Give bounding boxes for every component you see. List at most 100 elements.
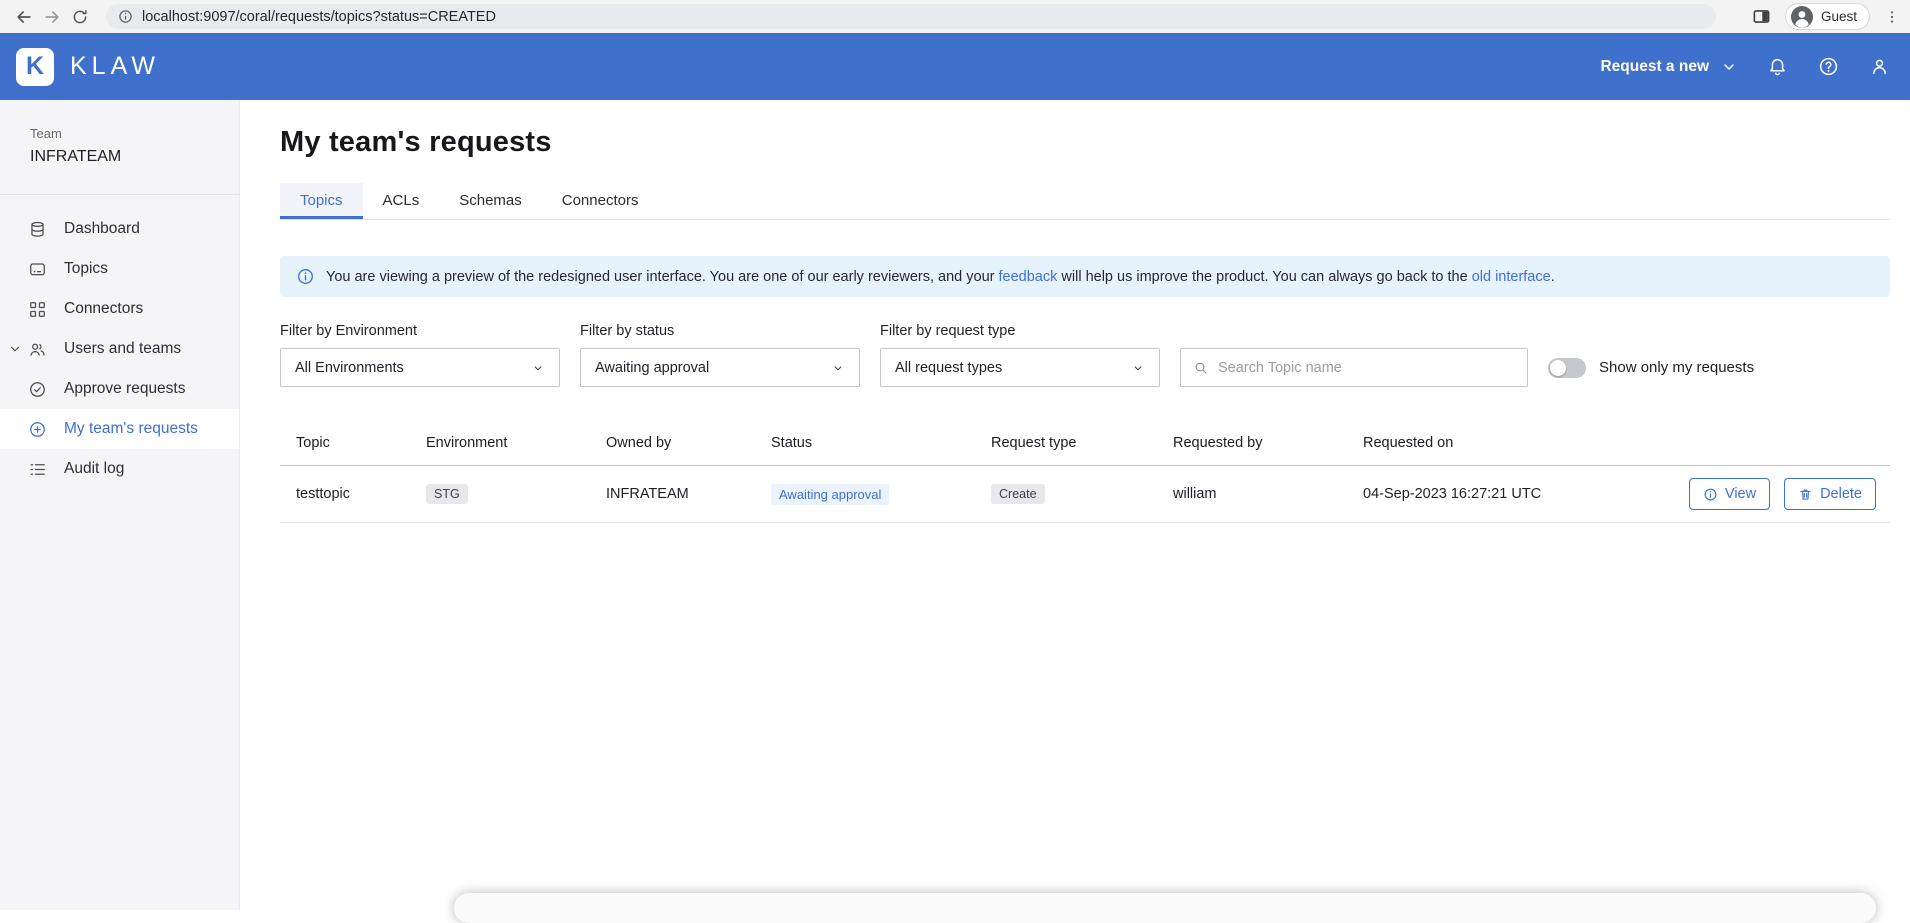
status-filter-select[interactable]: Awaiting approval	[580, 348, 860, 387]
url-text: localhost:9097/coral/requests/topics?sta…	[142, 9, 496, 25]
request-type-filter-select[interactable]: All request types	[880, 348, 1160, 387]
sidebar-item-audit-log[interactable]: Audit log	[0, 449, 239, 489]
table-row: testtopic STG INFRATEAM Awaiting approva…	[280, 466, 1890, 523]
cell-requested-by: william	[1157, 466, 1347, 523]
notifications-bell-icon[interactable]	[1767, 56, 1788, 77]
klaw-logo-icon[interactable]: K	[16, 48, 54, 86]
column-header-topic: Topic	[280, 425, 410, 466]
info-icon	[1703, 487, 1718, 502]
search-icon	[1193, 360, 1209, 376]
team-name: INFRATEAM	[30, 148, 209, 166]
sidebar: Team INFRATEAM Dashboard Topics Connecto…	[0, 100, 240, 910]
delete-button[interactable]: Delete	[1784, 478, 1876, 510]
toggle-knob	[1550, 360, 1566, 376]
column-header-status: Status	[755, 425, 975, 466]
request-a-new-button[interactable]: Request a new	[1600, 58, 1737, 76]
browser-profile-chip[interactable]: Guest	[1785, 3, 1870, 30]
page-info-icon[interactable]	[118, 9, 133, 24]
topic-box-icon	[28, 260, 47, 279]
toggle-label: Show only my requests	[1599, 359, 1754, 376]
show-only-my-requests-toggle[interactable]	[1548, 358, 1586, 378]
app-header: K KLAW Request a new	[0, 33, 1910, 100]
cell-requested-on: 04-Sep-2023 16:27:21 UTC	[1347, 466, 1647, 523]
environment-filter-select[interactable]: All Environments	[280, 348, 560, 387]
browser-back-button[interactable]	[10, 3, 38, 31]
back-arrow-icon	[14, 7, 34, 27]
browser-forward-button[interactable]	[38, 3, 66, 31]
sidebar-item-label: Dashboard	[64, 220, 140, 238]
chevron-down-icon	[1721, 59, 1737, 75]
info-icon	[296, 267, 315, 286]
sidebar-item-users-and-teams[interactable]: Users and teams	[0, 329, 239, 369]
sidebar-item-label: Audit log	[64, 460, 124, 478]
list-icon	[28, 460, 47, 479]
filters-bar: Filter by Environment All Environments F…	[280, 323, 1890, 387]
column-header-owned-by: Owned by	[590, 425, 755, 466]
banner-text: You are viewing a preview of the redesig…	[326, 269, 1555, 285]
sidebar-item-my-teams-requests[interactable]: My team's requests	[0, 409, 239, 449]
status-filter-label: Filter by status	[580, 323, 860, 339]
tab-schemas[interactable]: Schemas	[439, 183, 542, 219]
environment-badge: STG	[426, 484, 468, 504]
connectors-icon	[28, 300, 47, 319]
browser-reload-button[interactable]	[66, 3, 94, 31]
team-label: Team	[30, 126, 209, 141]
tab-connectors[interactable]: Connectors	[542, 183, 659, 219]
chevron-down-icon	[531, 361, 545, 375]
dock-shadow	[454, 893, 1876, 923]
main-content: My team's requests Topics ACLs Schemas C…	[240, 100, 1910, 910]
database-icon	[28, 220, 47, 239]
sidebar-item-approve-requests[interactable]: Approve requests	[0, 369, 239, 409]
sidebar-item-label: Approve requests	[64, 380, 186, 398]
tab-topics[interactable]: Topics	[280, 183, 363, 219]
column-header-requested-by: Requested by	[1157, 425, 1347, 466]
tab-acls[interactable]: ACLs	[363, 183, 440, 219]
avatar	[1790, 5, 1814, 29]
brand-name: KLAW	[70, 52, 160, 81]
sidebar-divider	[0, 194, 239, 195]
sidebar-item-dashboard[interactable]: Dashboard	[0, 209, 239, 249]
chevron-down-icon	[831, 361, 845, 375]
request-type-badge: Create	[991, 484, 1045, 504]
feedback-link[interactable]: feedback	[999, 269, 1058, 285]
check-circle-icon	[28, 380, 47, 399]
user-profile-icon[interactable]	[1869, 56, 1890, 77]
request-type-tabs: Topics ACLs Schemas Connectors	[280, 183, 1890, 220]
forward-arrow-icon	[42, 7, 62, 27]
help-icon[interactable]	[1818, 56, 1839, 77]
view-button[interactable]: View	[1689, 478, 1770, 510]
browser-toolbar: localhost:9097/coral/requests/topics?sta…	[0, 0, 1910, 33]
sidebar-item-label: Users and teams	[64, 340, 181, 358]
status-badge: Awaiting approval	[771, 484, 889, 505]
column-header-actions	[1647, 425, 1890, 466]
sidebar-item-label: Topics	[64, 260, 108, 278]
request-a-new-label: Request a new	[1600, 58, 1709, 76]
old-interface-link[interactable]: old interface	[1472, 269, 1551, 285]
sidebar-item-label: Connectors	[64, 300, 143, 318]
reload-icon	[71, 8, 89, 26]
preview-info-banner: You are viewing a preview of the redesig…	[280, 256, 1890, 297]
cell-owned-by: INFRATEAM	[590, 466, 755, 523]
trash-icon	[1798, 487, 1813, 502]
chevron-down-icon[interactable]	[8, 342, 22, 356]
plus-circle-icon	[28, 420, 47, 439]
search-input[interactable]	[1218, 360, 1515, 376]
column-header-environment: Environment	[410, 425, 590, 466]
address-bar[interactable]: localhost:9097/coral/requests/topics?sta…	[106, 4, 1716, 29]
users-icon	[28, 340, 47, 359]
column-header-requested-on: Requested on	[1347, 425, 1647, 466]
browser-menu-icon[interactable]	[1884, 9, 1900, 25]
page-title: My team's requests	[280, 126, 1890, 159]
profile-name: Guest	[1821, 9, 1857, 24]
requests-table: Topic Environment Owned by Status Reques…	[280, 425, 1890, 523]
environment-filter-label: Filter by Environment	[280, 323, 560, 339]
chevron-down-icon	[1131, 361, 1145, 375]
sidebar-item-topics[interactable]: Topics	[0, 249, 239, 289]
sidebar-item-connectors[interactable]: Connectors	[0, 289, 239, 329]
column-header-request-type: Request type	[975, 425, 1157, 466]
topic-search-box	[1180, 348, 1528, 387]
request-type-filter-label: Filter by request type	[880, 323, 1160, 339]
side-panel-icon[interactable]	[1752, 7, 1771, 26]
cell-topic: testtopic	[280, 466, 410, 523]
sidebar-item-label: My team's requests	[64, 420, 198, 438]
